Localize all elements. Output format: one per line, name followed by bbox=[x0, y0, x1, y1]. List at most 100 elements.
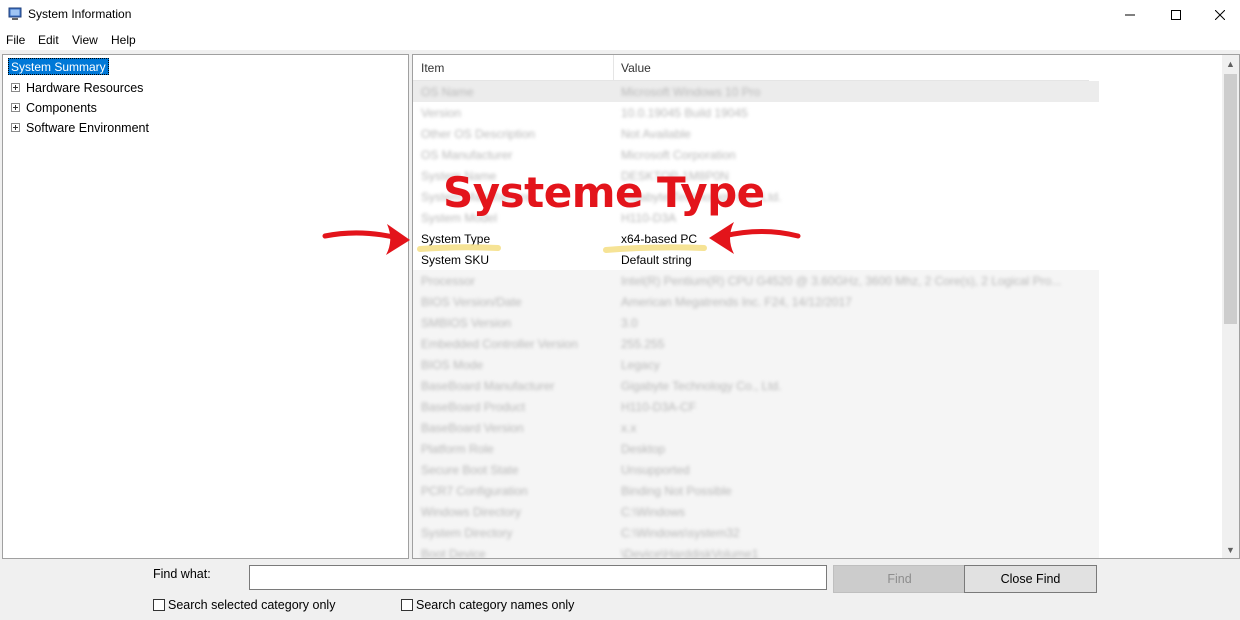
row-value: x64-based PC bbox=[621, 232, 698, 246]
table-row[interactable]: Platform Role Desktop bbox=[413, 438, 1099, 459]
close-button[interactable] bbox=[1197, 0, 1240, 30]
search-category-names-checkbox[interactable]: Search category names only bbox=[401, 598, 574, 612]
minimize-button[interactable] bbox=[1107, 0, 1153, 30]
row-value: 10.0.19045 Build 19045 bbox=[621, 106, 748, 120]
tree-item-components[interactable]: Components bbox=[11, 100, 97, 116]
row-item: Other OS Description bbox=[421, 127, 536, 141]
details-list: Item Value OS Name Microsoft Windows 10 P… bbox=[412, 54, 1240, 559]
row-value: Default string bbox=[621, 253, 692, 267]
row-value: Intel(R) Pentium(R) CPU G4520 @ 3.60GHz,… bbox=[621, 274, 1062, 288]
maximize-button[interactable] bbox=[1153, 0, 1199, 30]
row-value: Legacy bbox=[621, 358, 660, 372]
row-item: BaseBoard Product bbox=[421, 400, 526, 414]
table-row[interactable]: BaseBoard Product H110-D3A-CF bbox=[413, 396, 1099, 417]
vertical-scrollbar[interactable]: ▲ ▼ bbox=[1222, 55, 1239, 558]
expand-icon[interactable] bbox=[11, 83, 20, 93]
table-row[interactable]: BaseBoard Manufacturer Gigabyte Technolog… bbox=[413, 375, 1099, 396]
row-value: 3.0 bbox=[621, 316, 638, 330]
menu-edit[interactable]: Edit bbox=[38, 33, 59, 47]
expand-icon[interactable] bbox=[11, 103, 20, 113]
table-rows: OS Name Microsoft Windows 10 Pro Version 1… bbox=[413, 81, 1099, 559]
row-item: Embedded Controller Version bbox=[421, 337, 578, 351]
system-information-icon bbox=[8, 7, 22, 20]
tree-item-label: Hardware Resources bbox=[26, 81, 144, 95]
column-header-value[interactable]: Value bbox=[621, 61, 651, 75]
title-bar: System Information bbox=[0, 0, 1240, 30]
table-row[interactable]: BIOS Mode Legacy bbox=[413, 354, 1099, 375]
row-value: Microsoft Windows 10 Pro bbox=[621, 85, 761, 99]
table-row[interactable]: OS Manufacturer Microsoft Corporation bbox=[413, 144, 1099, 165]
row-item: Version bbox=[421, 106, 462, 120]
find-button[interactable]: Find bbox=[833, 565, 966, 593]
row-item: Platform Role bbox=[421, 442, 494, 456]
annotation-title: Systeme Type bbox=[443, 168, 765, 217]
row-value: x.x bbox=[621, 421, 637, 435]
table-row[interactable]: Version 10.0.19045 Build 19045 bbox=[413, 102, 1099, 123]
table-row-system-type[interactable]: System Type x64-based PC bbox=[413, 228, 1099, 249]
expand-icon[interactable] bbox=[11, 123, 20, 133]
close-icon bbox=[1215, 10, 1225, 20]
tree-item-software-environment[interactable]: Software Environment bbox=[11, 120, 149, 136]
table-row[interactable]: System SKU Default string bbox=[413, 249, 1099, 270]
find-what-label: Find what: bbox=[153, 567, 211, 581]
tree-item-hardware-resources[interactable]: Hardware Resources bbox=[11, 80, 143, 96]
row-value: H110-D3A-CF bbox=[621, 400, 697, 414]
search-selected-category-checkbox[interactable]: Search selected category only bbox=[153, 598, 335, 612]
tree-item-label: Components bbox=[26, 101, 97, 115]
category-tree: System Summary Hardware Resources Compon… bbox=[2, 54, 409, 559]
list-header: Item Value bbox=[413, 55, 1089, 81]
checkbox-label: Search category names only bbox=[416, 598, 575, 612]
table-row[interactable]: System Directory C:\Windows\system32 bbox=[413, 522, 1099, 543]
scroll-up-arrow-icon[interactable]: ▲ bbox=[1222, 55, 1239, 72]
row-value: Binding Not Possible bbox=[621, 484, 732, 498]
scroll-thumb[interactable] bbox=[1224, 74, 1237, 324]
table-row[interactable]: Boot Device \Device\HarddiskVolume1 bbox=[413, 543, 1099, 559]
maximize-icon bbox=[1171, 10, 1181, 20]
table-row[interactable]: SMBIOS Version 3.0 bbox=[413, 312, 1099, 333]
row-item: OS Manufacturer bbox=[421, 148, 513, 162]
table-row[interactable]: BaseBoard Version x.x bbox=[413, 417, 1099, 438]
menu-help[interactable]: Help bbox=[111, 33, 136, 47]
tree-item-system-summary[interactable]: System Summary bbox=[8, 58, 109, 75]
checkbox-box[interactable] bbox=[153, 599, 165, 611]
row-item: Boot Device bbox=[421, 547, 486, 559]
row-value: Unsupported bbox=[621, 463, 690, 477]
table-row[interactable]: Other OS Description Not Available bbox=[413, 123, 1099, 144]
row-value: 255.255 bbox=[621, 337, 665, 351]
menu-view[interactable]: View bbox=[72, 33, 98, 47]
row-value: \Device\HarddiskVolume1 bbox=[621, 547, 759, 559]
close-find-button[interactable]: Close Find bbox=[964, 565, 1097, 593]
row-item: Windows Directory bbox=[421, 505, 522, 519]
window-title: System Information bbox=[28, 7, 132, 21]
table-row[interactable]: Embedded Controller Version 255.255 bbox=[413, 333, 1099, 354]
menu-file[interactable]: File bbox=[6, 33, 25, 47]
row-value: Not Available bbox=[621, 127, 691, 141]
row-item: PCR7 Configuration bbox=[421, 484, 528, 498]
table-row[interactable]: Secure Boot State Unsupported bbox=[413, 459, 1099, 480]
row-value: Desktop bbox=[621, 442, 666, 456]
table-row[interactable]: BIOS Version/Date American Megatrends Inc… bbox=[413, 291, 1099, 312]
row-value: C:\Windows bbox=[621, 505, 686, 519]
row-value: Gigabyte Technology Co., Ltd. bbox=[621, 379, 782, 393]
row-value: Microsoft Corporation bbox=[621, 148, 736, 162]
row-item: BaseBoard Version bbox=[421, 421, 524, 435]
row-value: American Megatrends Inc. F24, 14/12/2017 bbox=[621, 295, 852, 309]
table-row[interactable]: OS Name Microsoft Windows 10 Pro bbox=[413, 81, 1099, 102]
column-header-item[interactable]: Item bbox=[421, 61, 444, 75]
checkbox-box[interactable] bbox=[401, 599, 413, 611]
column-divider[interactable] bbox=[613, 55, 614, 81]
table-row[interactable]: Windows Directory C:\Windows bbox=[413, 501, 1099, 522]
row-item: BaseBoard Manufacturer bbox=[421, 379, 555, 393]
row-item: SMBIOS Version bbox=[421, 316, 512, 330]
checkbox-label: Search selected category only bbox=[168, 598, 336, 612]
table-row[interactable]: Processor Intel(R) Pentium(R) CPU G4520 @… bbox=[413, 270, 1099, 291]
row-item: System Directory bbox=[421, 526, 513, 540]
scroll-down-arrow-icon[interactable]: ▼ bbox=[1222, 541, 1239, 558]
row-item: System SKU bbox=[421, 253, 490, 267]
row-item: Processor bbox=[421, 274, 476, 288]
row-item: OS Name bbox=[421, 85, 474, 99]
table-row[interactable]: PCR7 Configuration Binding Not Possible bbox=[413, 480, 1099, 501]
row-item: BIOS Version/Date bbox=[421, 295, 522, 309]
row-item: BIOS Mode bbox=[421, 358, 484, 372]
find-what-input[interactable] bbox=[249, 565, 827, 590]
